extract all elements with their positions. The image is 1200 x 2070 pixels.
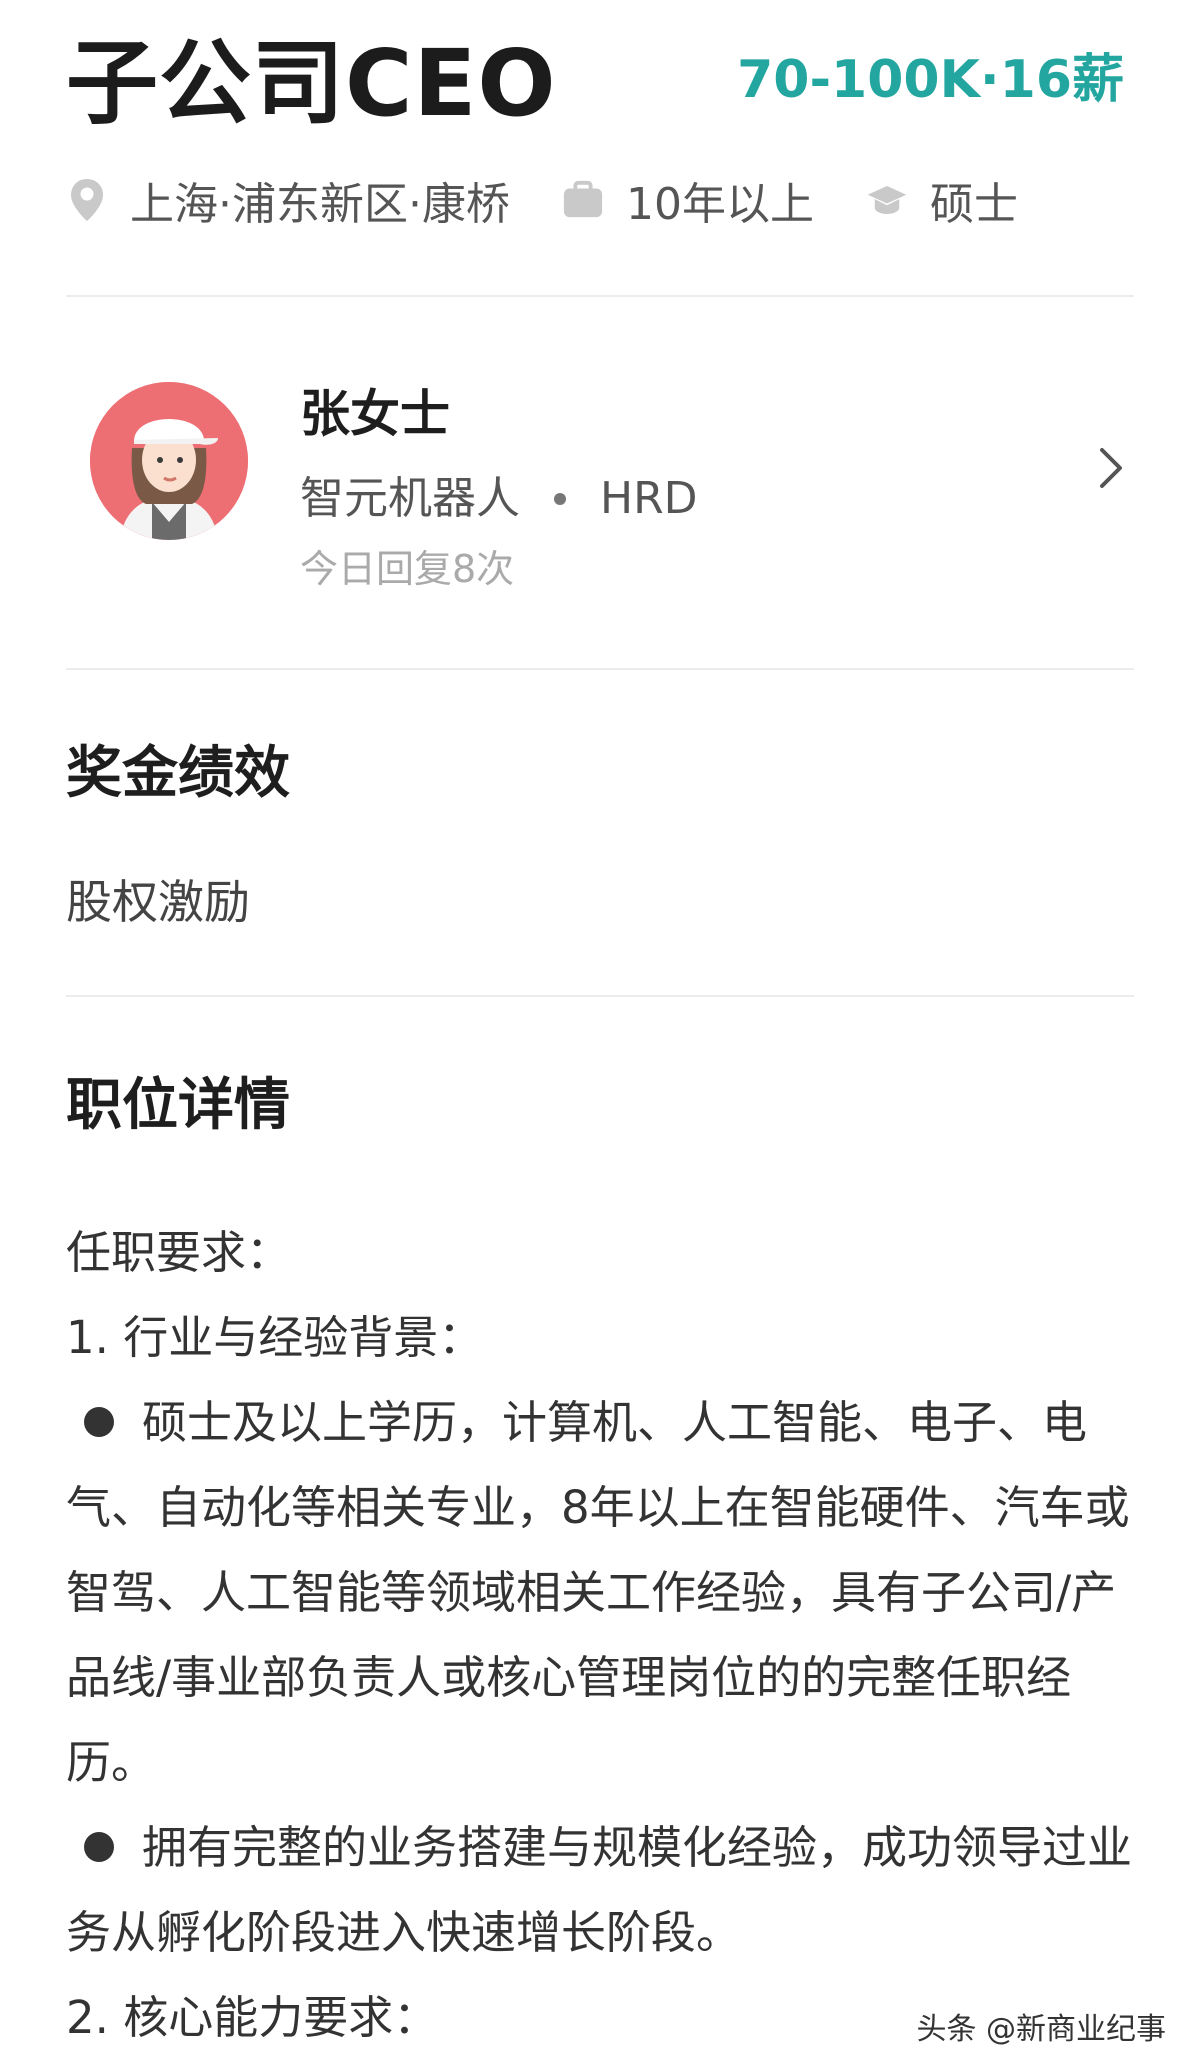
job-title: 子公司CEO [66,30,557,137]
recruiter-reply-note: 今日回复8次 [300,547,515,591]
bonus-content: 股权激励 [66,875,250,929]
graduation-cap-icon [866,176,908,224]
separator-dot [554,493,566,505]
education-item: 硕士 [866,168,1018,232]
experience-text: 10年以上 [625,179,814,230]
job-detail-page: 子公司CEO 70-100K·16薪 上海·浦东新区·康桥 10年以上 硕士 张… [0,0,1200,2070]
divider [66,295,1134,297]
location-item: 上海·浦东新区·康桥 [66,168,510,232]
list-item: 硕士及以上学历，计算机、人工智能、电子、电气、自动化等相关专业，8年以上在智能硬… [66,1380,1140,1805]
recruiter-name: 张女士 [300,385,450,443]
bullet-icon [84,1832,114,1862]
chevron-right-icon[interactable] [1092,440,1132,496]
bullet-icon [84,1407,114,1437]
location-pin-icon [66,176,108,224]
job-meta-row: 上海·浦东新区·康桥 10年以上 硕士 [66,170,1018,230]
recruiter-role: HRD [600,473,698,524]
job-description: 任职要求： 1. 行业与经验背景： 硕士及以上学历，计算机、人工智能、电子、电气… [66,1210,1140,2060]
recruiter-company: 智元机器人 [300,473,520,524]
watermark: 头条 @新商业纪事 [916,2012,1166,2047]
divider [66,668,1134,670]
item1-heading: 1. 行业与经验背景： [66,1311,484,1364]
details-section-title: 职位详情 [66,1073,290,1138]
divider [66,995,1134,997]
experience-item: 10年以上 [562,168,814,232]
requirements-heading: 任职要求： [66,1226,292,1279]
location-text: 上海·浦东新区·康桥 [130,179,510,230]
recruiter-card[interactable]: 张女士 智元机器人 HRD 今日回复8次 [66,360,1134,620]
avatar[interactable] [90,382,248,540]
recruiter-company-role: 智元机器人 HRD [300,470,698,528]
item1-bullet2-text: 拥有完整的业务搭建与规模化经验，成功领导过业务从孵化阶段进入快速增长阶段。 [66,1821,1133,1959]
bonus-section-title: 奖金绩效 [66,741,290,806]
education-text: 硕士 [929,179,1018,230]
item1-bullet1-text: 硕士及以上学历，计算机、人工智能、电子、电气、自动化等相关专业，8年以上在智能硬… [66,1396,1130,1789]
list-item: 拥有完整的业务搭建与规模化经验，成功领导过业务从孵化阶段进入快速增长阶段。 [66,1805,1140,1975]
briefcase-icon [562,176,604,224]
salary-label: 70-100K·16薪 [737,50,1124,110]
